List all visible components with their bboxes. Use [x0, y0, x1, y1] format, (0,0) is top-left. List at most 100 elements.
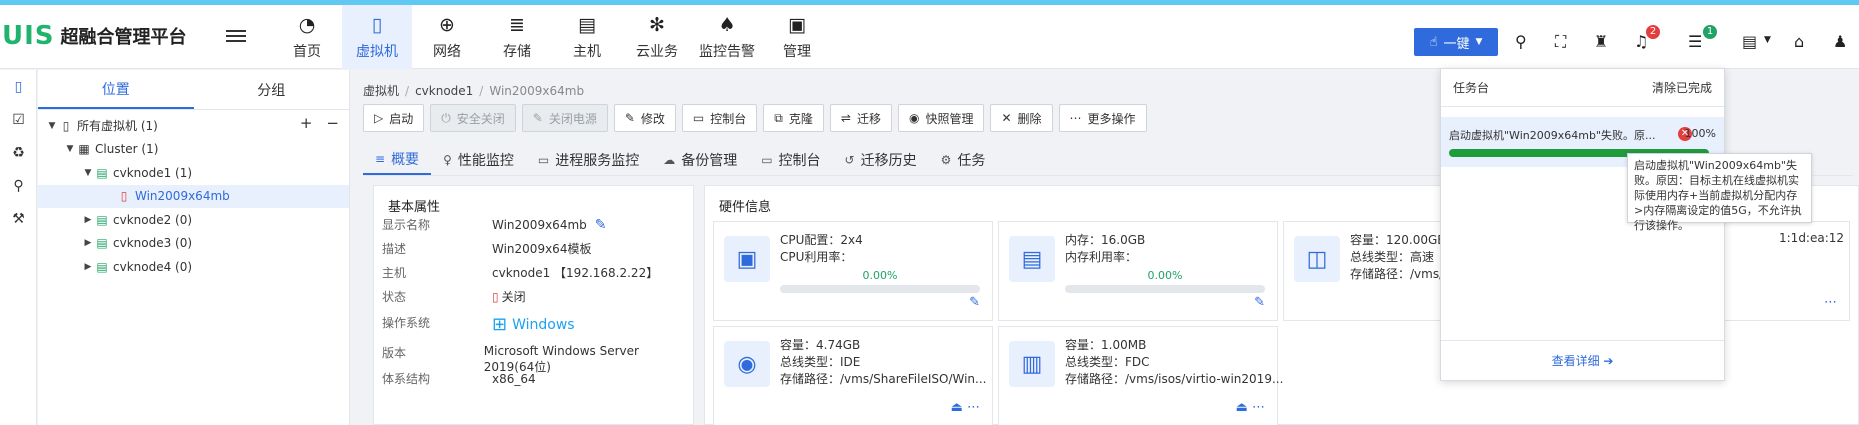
caret-down-icon[interactable]: ▼ [46, 121, 58, 131]
cpu-usage-value: 0.00% [862, 269, 898, 282]
rail-vm-icon[interactable]: ▯ [0, 70, 37, 103]
nav-item-manage[interactable]: ▣ 管理 [762, 5, 832, 69]
tab-performance[interactable]: ♀ 性能监控 [431, 144, 526, 175]
floppy-bus: 总线类型：FDC [1065, 355, 1150, 369]
task-list-icon[interactable]: ▤ [1742, 32, 1757, 51]
nav-item-storage[interactable]: ≣ 存储 [482, 5, 552, 69]
play-icon: ▷ [374, 111, 384, 125]
tree-host-cvknode4[interactable]: ▶ ▤ cvknode4 (0) [38, 255, 349, 279]
button-label: 迁移 [856, 111, 881, 126]
nav-label: 网络 [433, 43, 461, 60]
tab-tasks[interactable]: ⚙ 任务 [929, 144, 998, 175]
nic-mac: 1:1d:ea:12 [1779, 231, 1845, 245]
lock-icon[interactable]: ⌂ [1794, 32, 1804, 51]
vm-stopped-icon: ▯ [492, 289, 499, 304]
tab-summary[interactable]: ≡ 概要 [363, 144, 432, 175]
caret-right-icon[interactable]: ▶ [82, 238, 94, 248]
prop-row: 操作系统 ⊞ Windows [382, 314, 575, 335]
breadcrumb-item[interactable]: 虚拟机 [363, 84, 399, 98]
rail-recycle-icon[interactable]: ♻ [0, 136, 37, 169]
app-header: UIS 超融合管理平台 ◔ 首页 ▯ 虚拟机 ⊕ 网络 ≣ 存储 ▤ 主机 ✻ 云业务 ♠ 监… [0, 5, 1859, 69]
user-icon[interactable]: ♟ [1833, 32, 1847, 51]
delete-button[interactable]: ✕ 删除 [990, 104, 1053, 132]
caret-down-icon[interactable]: ▼ [64, 144, 76, 154]
message-icon[interactable]: ☰ [1688, 32, 1702, 51]
safe-shutdown-button[interactable]: ⏻ 安全关闭 [430, 104, 516, 132]
clear-completed-link[interactable]: 清除已完成 [1652, 79, 1712, 96]
tree-vm-win2009x64mb[interactable]: ▯ Win2009x64mb [38, 184, 349, 208]
host-icon: ▤ [96, 236, 108, 251]
start-button[interactable]: ▷ 启动 [363, 104, 425, 132]
backup-icon: ☁ [663, 152, 676, 167]
tab-label: 性能监控 [457, 152, 514, 169]
tree-root[interactable]: ▼ ▯ 所有虚拟机 (1) + − [38, 114, 349, 138]
button-label: 关闭电源 [548, 111, 597, 126]
button-label: 更多操作 [1087, 111, 1136, 126]
breadcrumb-item[interactable]: cvknode1 [415, 84, 473, 98]
prop-value: Win2009x64模板 [492, 242, 592, 256]
hamburger-menu-icon[interactable] [226, 27, 246, 45]
rail-tools-icon[interactable]: ⚒ [0, 202, 37, 235]
eject-more-icons[interactable]: ⏏ ⋯ [951, 400, 980, 415]
clone-button[interactable]: ⧉ 克隆 [763, 104, 824, 132]
vm-icon: ▯ [371, 13, 383, 36]
caret-right-icon[interactable]: ▶ [82, 262, 94, 272]
edit-pencil-icon[interactable]: ✎ [969, 295, 980, 310]
minus-icon[interactable]: − [326, 114, 339, 132]
more-actions-button[interactable]: ⋯ 更多操作 [1058, 104, 1147, 132]
snapshot-button[interactable]: ◉ 快照管理 [897, 104, 985, 132]
tab-console[interactable]: ▭ 控制台 [749, 144, 832, 175]
tab-label: 迁移历史 [860, 152, 917, 169]
edit-pencil-icon[interactable]: ✎ [1254, 295, 1265, 310]
cdrom-capacity: 容量：4.74GB [780, 338, 861, 352]
memory-usage-label: 内存利用率： [1065, 250, 1138, 264]
eject-more-icons[interactable]: ⏏ ⋯ [1236, 400, 1265, 415]
view-detail-link[interactable]: 查看详细 ➔ [1441, 340, 1724, 380]
rail-template-icon[interactable]: ☑ [0, 103, 37, 136]
rail-search-icon[interactable]: ⚲ [0, 169, 37, 202]
disk-path: 存储路径：/vms/S [1350, 267, 1451, 281]
nav-item-cloud[interactable]: ✻ 云业务 [622, 5, 692, 69]
tab-process-monitor[interactable]: ▭ 进程服务监控 [526, 144, 651, 175]
console-icon: ▭ [761, 152, 773, 167]
onekey-button[interactable]: ☝ 一键 ▼ [1414, 28, 1498, 56]
nav-item-home[interactable]: ◔ 首页 [272, 5, 342, 69]
more-icon[interactable]: ⋯ [1824, 295, 1837, 310]
plus-icon[interactable]: + [300, 114, 313, 132]
tab-location[interactable]: 位置 [38, 70, 194, 109]
fullscreen-icon[interactable]: ⛶ [1555, 32, 1566, 52]
nav-item-monitor[interactable]: ♠ 监控告警 [692, 5, 762, 69]
resource-tree-panel: 位置 分组 ▼ ▯ 所有虚拟机 (1) + − ▼ ▦ Cluster (1) ▼… [38, 70, 350, 425]
more-icon: ⋯ [1069, 111, 1082, 125]
tree-host-cvknode3[interactable]: ▶ ▤ cvknode3 (0) [38, 232, 349, 256]
search-icon[interactable]: ⚲ [1515, 32, 1527, 51]
cpu-usage-label: CPU利用率： [780, 250, 853, 264]
host-label: cvknode4 (0) [113, 259, 193, 274]
logo[interactable]: UIS 超融合管理平台 [2, 21, 187, 51]
prop-value: ▯ 关闭 [492, 288, 526, 305]
cpu-card: ▣ CPU配置：2x4 CPU利用率： 0.00% ✎ [713, 221, 993, 321]
tree-host-cvknode1[interactable]: ▼ ▤ cvknode1 (1) [38, 161, 349, 185]
nav-item-network[interactable]: ⊕ 网络 [412, 5, 482, 69]
edit-pencil-icon[interactable]: ✎ [595, 217, 607, 233]
floppy-capacity: 容量：1.00MB [1065, 338, 1147, 352]
tree-cluster[interactable]: ▼ ▦ Cluster (1) [38, 138, 349, 162]
caret-right-icon[interactable]: ▶ [82, 215, 94, 225]
edit-button[interactable]: ✎ 修改 [613, 104, 676, 132]
tab-backup[interactable]: ☁ 备份管理 [651, 144, 749, 175]
nav-item-vm[interactable]: ▯ 虚拟机 [342, 5, 412, 69]
skin-icon[interactable]: ♜ [1594, 32, 1608, 51]
console-button[interactable]: ▭ 控制台 [681, 104, 758, 132]
tree-host-cvknode2[interactable]: ▶ ▤ cvknode2 (0) [38, 208, 349, 232]
prop-row: 状态 ▯ 关闭 [382, 288, 526, 305]
tab-group[interactable]: 分组 [194, 70, 350, 109]
clone-icon: ⧉ [774, 110, 783, 125]
nav-item-host[interactable]: ▤ 主机 [552, 5, 622, 69]
caret-down-icon[interactable]: ▼ [82, 168, 94, 178]
migrate-button[interactable]: ⇌ 迁移 [829, 104, 892, 132]
host-icon: ▤ [96, 259, 108, 274]
power-off-button[interactable]: ✎ 关闭电源 [521, 104, 608, 132]
tab-migration-history[interactable]: ↺ 迁移历史 [833, 144, 929, 175]
prop-value: ⊞ Windows [492, 314, 575, 335]
caret-down-icon[interactable]: ▼ [1764, 35, 1771, 45]
